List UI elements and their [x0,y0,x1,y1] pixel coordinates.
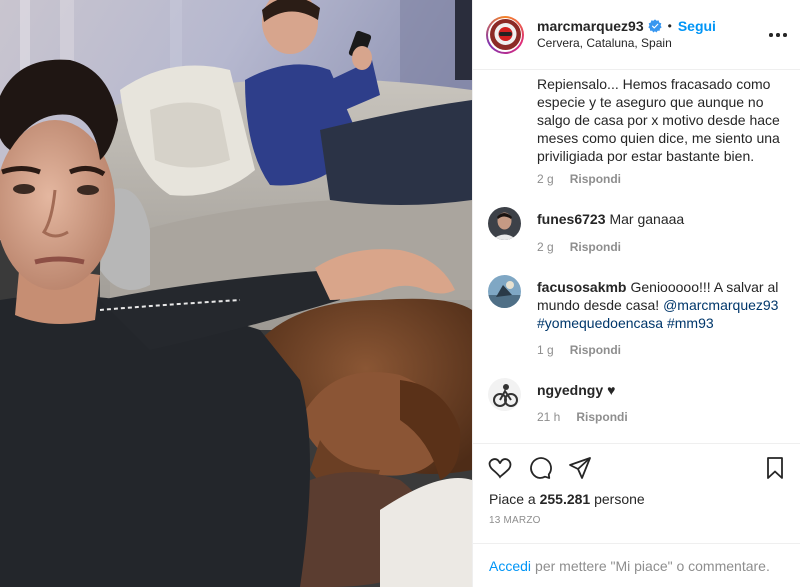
comment-meta: 2 g Rispondi [537,240,621,254]
reply-button[interactable]: Rispondi [570,240,621,254]
comment-hashtags[interactable]: #yomequedoencasa #mm93 [537,315,714,331]
comment-meta: 21 h Rispondi [537,410,628,424]
comment-username[interactable]: facusosakmb [537,279,626,295]
instagram-post: marcmarquez93 • Segui Cervera, Cataluna,… [0,0,800,587]
share-icon[interactable] [568,456,592,480]
comment-text: facusosakmb Geniooooo!!! A salvar al mund… [537,278,782,332]
comment-username[interactable]: ngyedngy [537,382,603,398]
login-prompt: Accedi per mettere "Mi piace" o commenta… [473,543,800,587]
comment-time: 2 g [537,240,554,254]
comment-body: Mar ganaaa [609,211,685,227]
comment-time: 2 g [537,172,554,186]
selfie-with-dog-image [0,0,472,587]
comment-text: funes6723 Mar ganaaa [537,210,782,228]
reply-button[interactable]: Rispondi [576,410,627,424]
commenter-avatar[interactable] [488,378,521,411]
more-options-icon[interactable] [769,26,787,44]
comment-meta: 1 g Rispondi [537,343,621,357]
comment-time: 21 h [537,410,561,424]
reply-button[interactable]: Rispondi [570,343,621,357]
comment-text: ngyedngy ♥ [537,381,782,399]
commenter-avatar[interactable] [488,207,521,240]
heart-icon[interactable] [488,456,512,480]
username-link[interactable]: marcmarquez93 [537,18,644,34]
login-prompt-text: per mettere "Mi piace" o commentare. [535,558,770,574]
comment-time: 1 g [537,343,554,357]
comment-text: Repiensalo... Hemos fracasado como espec… [537,76,780,164]
likes-number: 255.281 [539,491,591,507]
action-bar [488,456,592,480]
comment-username[interactable]: funes6723 [537,211,605,227]
comment-mention-link[interactable]: @marcmarquez93 [663,297,778,313]
comment-meta: 2 g Rispondi [537,172,621,186]
post-header: marcmarquez93 • Segui Cervera, Cataluna,… [473,0,800,70]
avatar[interactable] [486,15,524,54]
separator-dot: • [667,19,672,33]
post-date[interactable]: 13 MARZO [489,515,541,526]
login-link[interactable]: Accedi [489,558,531,574]
likes-count[interactable]: Piace a 255.281 persone [489,491,645,507]
commenter-avatar[interactable] [488,275,521,308]
profile-picture [489,19,521,50]
comment-icon[interactable] [528,456,552,480]
post-footer: Piace a 255.281 persone 13 MARZO Accedi … [473,443,800,587]
post-photo[interactable] [0,0,472,587]
comments-list[interactable]: Repiensalo... Hemos fracasado como espec… [473,71,800,443]
likes-prefix: Piace a [489,491,540,507]
verified-badge-icon [647,19,662,33]
bookmark-icon[interactable] [763,456,787,480]
post-side-panel: marcmarquez93 • Segui Cervera, Cataluna,… [472,0,800,587]
follow-button[interactable]: Segui [678,18,716,34]
likes-suffix: persone [590,491,645,507]
comment-body: ♥ [607,382,616,398]
location-link[interactable]: Cervera, Cataluna, Spain [537,35,716,51]
reply-button[interactable]: Rispondi [570,172,621,186]
